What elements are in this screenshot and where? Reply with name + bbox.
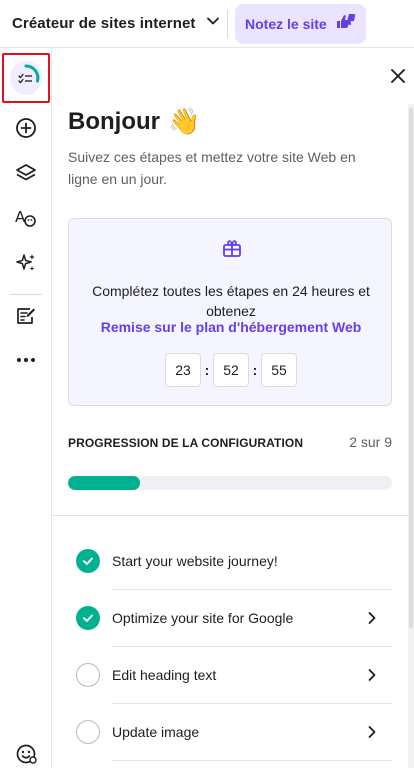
chevron-right-icon: [364, 667, 380, 683]
top-bar-divider: [227, 10, 228, 38]
progress-bar: [68, 476, 392, 490]
site-selector-label: Créateur de sites internet: [12, 14, 196, 32]
rate-site-button[interactable]: Notez le site: [235, 4, 366, 44]
blog-edit-icon: [15, 305, 37, 332]
setup-step-item[interactable]: Edit heading text: [76, 646, 380, 703]
rail-item-checklist[interactable]: [2, 53, 50, 103]
setup-step-item[interactable]: Optimize your site for Google: [76, 589, 380, 646]
timer-seconds: 55: [261, 353, 297, 387]
left-rail: A: [0, 48, 52, 768]
progress-bar-fill: [68, 476, 140, 490]
thumbs-up-down-icon: [335, 12, 357, 37]
setup-step-item[interactable]: Start your website journey!: [76, 532, 380, 589]
svg-text:A: A: [15, 208, 26, 226]
site-selector-dropdown[interactable]: Créateur de sites internet: [12, 11, 220, 35]
rail-item-more[interactable]: [8, 344, 44, 380]
section-divider: [52, 515, 408, 516]
close-icon: [390, 68, 406, 89]
offer-link[interactable]: Remise sur le plan d'hébergement Web: [81, 319, 381, 335]
layers-icon: [15, 162, 37, 189]
check-empty-icon: [76, 662, 100, 687]
setup-step-label: Edit heading text: [112, 666, 217, 683]
ai-sparkle-icon: [15, 252, 37, 279]
offer-text: Complétez toutes les étapes en 24 heures…: [92, 283, 370, 319]
timer-separator: :: [204, 362, 210, 378]
rail-item-ai-tools[interactable]: [8, 247, 44, 283]
step-divider: [112, 760, 392, 761]
scrollbar-thumb[interactable]: [409, 108, 413, 628]
check-done-icon: [76, 605, 100, 630]
checklist-progress-icon: [10, 61, 42, 95]
rate-site-label: Notez le site: [245, 16, 327, 32]
offer-card: Complétez toutes les étapes en 24 heures…: [68, 218, 392, 406]
onboarding-panel: Bonjour 👋 Suivez ces étapes et mettez vo…: [52, 48, 414, 768]
setup-step-label: Optimize your site for Google: [112, 609, 294, 626]
check-empty-icon: [76, 719, 100, 744]
help-face-icon: [15, 743, 37, 768]
styles-icon: A: [14, 207, 38, 234]
top-bar: Créateur de sites internet Notez le site: [0, 0, 414, 48]
page-subtitle: Suivez ces étapes et mettez votre site W…: [68, 149, 356, 187]
timer-minutes: 52: [213, 353, 249, 387]
countdown-timer: 23 : 52 : 55: [165, 353, 297, 387]
more-icon: [15, 349, 37, 376]
progress-count: 2 sur 9: [349, 434, 392, 450]
rail-item-styles[interactable]: A: [8, 202, 44, 238]
timer-hours: 23: [165, 353, 201, 387]
setup-step-label: Start your website journey!: [112, 552, 278, 569]
page-title: Bonjour 👋: [68, 106, 200, 137]
add-icon: [15, 117, 37, 144]
chevron-right-icon: [364, 610, 380, 626]
rail-divider: [10, 294, 42, 295]
rail-item-layers[interactable]: [8, 157, 44, 193]
chevron-right-icon: [364, 724, 380, 740]
title-text: Bonjour: [68, 107, 160, 135]
progress-label: PROGRESSION DE LA CONFIGURATION: [68, 436, 304, 450]
close-panel-button[interactable]: [386, 66, 410, 90]
check-done-icon: [76, 548, 100, 573]
timer-separator: :: [252, 362, 258, 378]
rail-item-add[interactable]: [8, 112, 44, 148]
rail-item-blog[interactable]: [8, 300, 44, 336]
rail-item-help[interactable]: [8, 738, 44, 768]
gift-icon: [221, 237, 243, 259]
waving-hand-icon: 👋: [167, 106, 201, 136]
setup-step-label: Update image: [112, 723, 200, 740]
chevron-down-icon: [206, 14, 220, 33]
setup-step-item[interactable]: Update image: [76, 703, 380, 760]
